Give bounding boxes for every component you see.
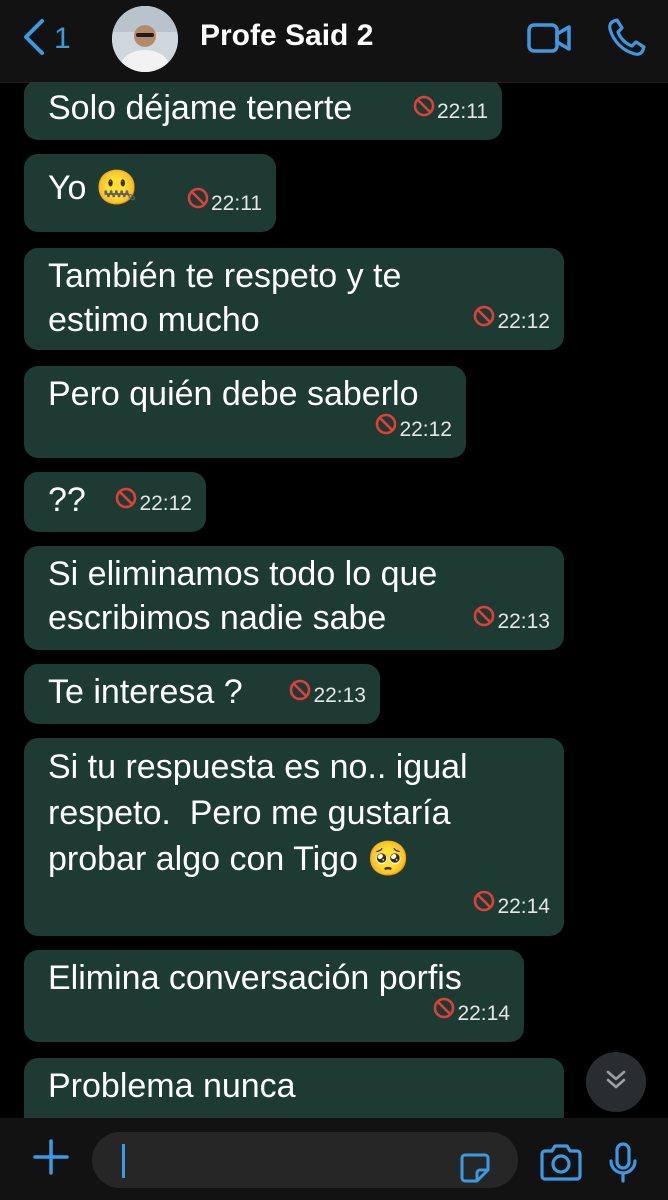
message-bubble[interactable]: También te respeto y te estimo mucho 22:…	[24, 248, 564, 350]
composer-bar	[0, 1118, 668, 1200]
sticker-button[interactable]	[458, 1146, 492, 1190]
sticker-icon	[458, 1153, 492, 1189]
microphone-icon	[608, 1142, 638, 1188]
no-entry-icon	[288, 674, 313, 718]
no-entry-icon	[374, 408, 399, 452]
scroll-to-bottom-button[interactable]	[586, 1052, 646, 1112]
message-time: 22:13	[313, 684, 366, 707]
message-bubble[interactable]: ?? 22:12	[24, 472, 206, 532]
chevron-double-down-icon	[602, 1066, 630, 1099]
message-bubble[interactable]: Yo 🤐 22:11	[24, 154, 276, 232]
message-input[interactable]	[92, 1132, 518, 1188]
unread-count: 1	[54, 22, 71, 55]
message-meta: 22:13	[472, 600, 550, 644]
message-time: 22:11	[437, 100, 488, 123]
message-meta: 22:12	[472, 300, 550, 344]
message-meta: 22:12	[114, 482, 192, 526]
camera-icon	[538, 1144, 584, 1186]
no-entry-icon	[432, 992, 457, 1036]
message-meta: 22:14	[472, 884, 550, 930]
no-entry-icon	[472, 884, 497, 930]
no-entry-icon	[114, 482, 139, 526]
message-text: Problema nunca	[48, 1067, 296, 1105]
chat-header: 1 Profe Said 2	[0, 0, 668, 83]
camera-button[interactable]	[538, 1144, 584, 1187]
message-meta: 22:11	[186, 182, 262, 226]
no-entry-icon	[472, 300, 497, 344]
message-time: 22:12	[497, 310, 550, 333]
message-bubble[interactable]: Elimina conversación porfis 22:14	[24, 950, 524, 1042]
video-call-button[interactable]	[526, 20, 572, 61]
message-bubble[interactable]: Si eliminamos todo lo que escribimos nad…	[24, 546, 564, 650]
text-caret	[122, 1144, 125, 1178]
message-time: 22:11	[211, 192, 262, 215]
contact-name[interactable]: Profe Said 2	[200, 19, 373, 53]
message-meta: 22:11	[412, 90, 488, 134]
avatar[interactable]	[112, 6, 178, 72]
message-text: Si eliminamos todo lo que escribimos nad…	[48, 555, 438, 637]
voice-call-button[interactable]	[604, 16, 648, 65]
message-time: 22:13	[497, 610, 550, 633]
message-bubble[interactable]: Si tu respuesta es no.. igual respeto. P…	[24, 738, 564, 936]
message-meta: 22:13	[288, 674, 366, 718]
attach-button[interactable]	[32, 1138, 70, 1181]
message-time: 22:14	[457, 1002, 510, 1025]
message-meta: 22:14	[432, 992, 510, 1036]
message-bubble[interactable]: Te interesa ? 22:13	[24, 664, 380, 724]
video-camera-icon	[526, 23, 572, 60]
message-time: 22:12	[139, 492, 192, 515]
message-list[interactable]: Solo déjame tenerte 22:11 Yo 🤐 22:11 Tam…	[0, 82, 668, 1118]
message-bubble[interactable]: Pero quién debe saberlo 22:12	[24, 366, 466, 458]
message-text: Si tu respuesta es no.. igual respeto. P…	[48, 748, 468, 878]
message-bubble[interactable]: Solo déjame tenerte 22:11	[24, 82, 502, 140]
message-meta: 22:12	[374, 408, 452, 452]
message-bubble[interactable]: Problema nunca	[24, 1058, 564, 1118]
message-time: 22:12	[399, 418, 452, 441]
back-button[interactable]: 1	[20, 14, 71, 64]
no-entry-icon	[186, 182, 211, 226]
plus-icon	[32, 1139, 70, 1180]
phone-icon	[604, 18, 648, 64]
no-entry-icon	[472, 600, 497, 644]
chevron-left-icon	[20, 17, 48, 62]
microphone-button[interactable]	[608, 1142, 638, 1189]
message-text: También te respeto y te estimo mucho	[48, 257, 402, 339]
no-entry-icon	[412, 90, 437, 134]
message-time: 22:14	[497, 895, 550, 918]
